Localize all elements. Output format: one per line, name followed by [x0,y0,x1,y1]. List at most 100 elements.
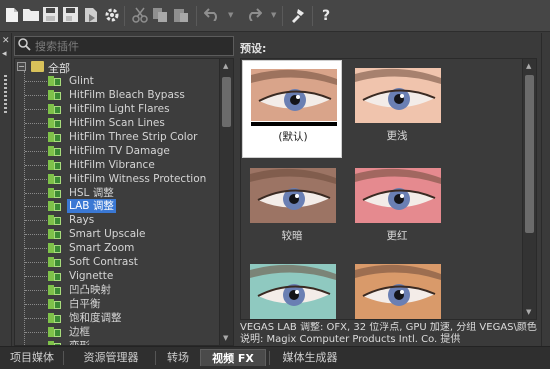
collapse-icon[interactable]: − [17,62,26,71]
tree-connector-line [25,150,47,152]
tree-item[interactable]: HitFilm Scan Lines [15,116,220,130]
tree-item-label: HSL 调整 [69,186,114,199]
tree-item-label: 凹凸映射 [69,284,111,297]
tree-item-label: LAB 调整 [67,199,116,214]
preset-tile[interactable]: 较暗 [242,160,342,258]
preset-tile[interactable] [242,256,342,319]
render-icon[interactable] [83,7,99,25]
fx-plugin-icon [48,271,62,282]
properties-icon[interactable] [104,7,120,25]
tree-item-label: HitFilm Bleach Bypass [69,88,185,101]
tree-item[interactable]: Glint [15,74,220,88]
tree-item[interactable]: HitFilm TV Damage [15,144,220,158]
preset-label: (默认) [278,131,308,143]
tree-item[interactable]: 白平衡 [15,297,220,311]
undo-dropdown-icon[interactable]: ▼ [228,11,233,19]
tree-item-label: HitFilm Scan Lines [69,116,165,129]
scroll-down-icon[interactable]: ▼ [223,334,228,342]
tree-connector-line [25,136,47,138]
paste-icon[interactable] [173,7,189,25]
tree-item-label: Rays [69,214,95,227]
scroll-down-icon[interactable]: ▼ [526,308,531,316]
tree-connector-line [25,178,47,180]
scrollbar-thumb[interactable] [525,75,534,233]
toolbar-separator [196,6,197,26]
tab[interactable]: 资源管理器 [70,349,152,366]
fx-plugin-icon [48,215,62,226]
tab[interactable]: 转场 [158,349,198,366]
window-tabs: 项目媒体 资源管理器 转场 视频 FX 媒体生成器 [0,346,550,369]
tree-connector-line [25,262,47,264]
redo-dropdown-icon[interactable]: ▼ [271,11,276,19]
tree-item[interactable]: 饱和度调整 [15,311,220,325]
search-input[interactable] [35,38,230,54]
tree-item[interactable]: HSL 调整 [15,186,220,200]
toolbar-separator [282,6,283,26]
redo-icon[interactable] [246,7,263,25]
search-icon [18,38,31,54]
save-as-icon[interactable] [62,7,78,25]
scrollbar-thumb[interactable] [222,77,231,127]
search-box[interactable] [14,36,234,56]
tree-item[interactable]: 变形 [15,339,220,345]
tree-item[interactable]: 边框 [15,325,220,339]
presets-scrollbar[interactable]: ▲ ▼ [522,59,536,319]
tree-item[interactable]: LAB 调整 [15,199,220,214]
tree-item-label: 饱和度调整 [69,311,122,324]
tree-item-label: HitFilm Vibrance [69,158,155,171]
tree-item[interactable]: HitFilm Witness Protection [15,172,220,186]
plugin-tree: − 全部 Glint HitFilm Bleach Bypass HitFilm L… [14,58,234,346]
fx-plugin-icon [48,173,62,184]
fx-plugin-icon [48,285,62,296]
save-icon[interactable] [42,7,58,25]
right-edge-strip [541,33,550,346]
preset-label: 较暗 [281,230,303,242]
tree-item-list: Glint HitFilm Bleach Bypass HitFilm Light … [15,74,220,345]
tab[interactable]: 媒体生成器 [272,349,348,366]
tree-item[interactable]: Rays [15,213,220,227]
presets-panel: (默认) 更浅较暗 更红 ▲ ▼ [240,58,537,320]
tree-connector-line [25,290,47,292]
new-icon[interactable] [4,7,20,25]
folder-icon [31,61,44,72]
scroll-up-icon[interactable]: ▲ [223,62,228,70]
tree-item-label: HitFilm Three Strip Color [69,130,198,143]
preset-thumbnail [355,168,441,223]
tree-item[interactable]: Soft Contrast [15,255,220,269]
window-docking-strip: ✕ ◂ [0,33,12,346]
preset-label: 更红 [386,230,408,242]
tree-item[interactable]: 凹凸映射 [15,283,220,297]
copy-icon[interactable] [152,7,168,25]
tree-scrollbar[interactable]: ▲ ▼ [219,59,233,345]
tree-connector-line [25,276,47,278]
tab[interactable]: 项目媒体 [4,349,60,366]
tree-connector-line [25,122,47,124]
close-icon[interactable]: ✕ [2,36,10,46]
drag-handle[interactable] [4,75,7,115]
preset-thumbnail [355,68,441,123]
tree-item[interactable]: HitFilm Light Flares [15,102,220,116]
tree-item[interactable]: HitFilm Bleach Bypass [15,88,220,102]
presets-heading: 预设: [240,42,267,55]
tab[interactable]: 视频 FX [200,349,266,366]
tool-icon[interactable] [290,7,306,25]
cut-icon[interactable] [132,7,148,25]
tree-item[interactable]: Smart Upscale [15,227,220,241]
tree-item[interactable]: HitFilm Vibrance [15,158,220,172]
preset-tile[interactable]: (默认) [242,60,342,158]
tree-item[interactable]: Smart Zoom [15,241,220,255]
help-icon[interactable]: ? [318,7,334,25]
preset-tile[interactable]: 更红 [347,160,447,258]
fx-plugin-icon [48,229,62,240]
preset-label: 更浅 [386,130,408,142]
preset-tile[interactable]: 更浅 [347,60,447,158]
tree-item[interactable]: HitFilm Three Strip Color [15,130,220,144]
scroll-up-icon[interactable]: ▲ [526,62,531,70]
tab-separator [155,351,156,365]
tree-item[interactable]: Vignette [15,269,220,283]
pin-icon[interactable]: ◂ [2,49,7,59]
fx-plugin-icon [48,312,62,323]
open-icon[interactable] [23,7,39,25]
preset-tile[interactable] [347,256,447,319]
undo-icon[interactable] [203,7,220,25]
